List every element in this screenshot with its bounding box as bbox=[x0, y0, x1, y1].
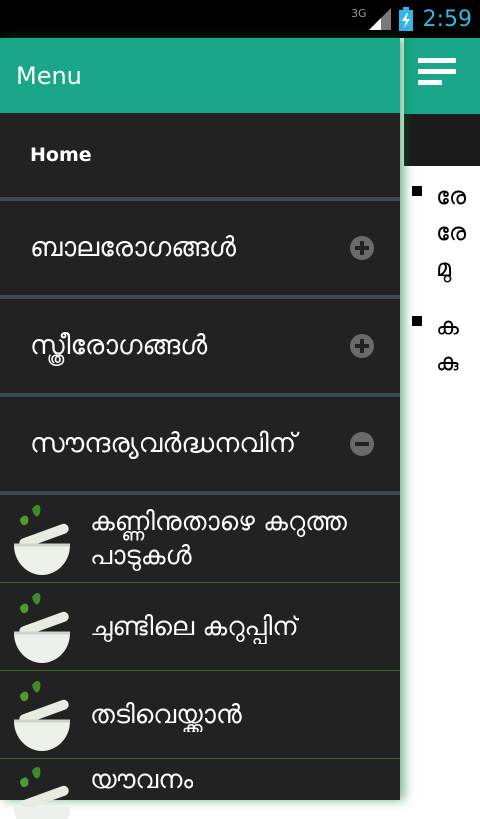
signal-icon bbox=[368, 8, 391, 30]
drawer-child-item[interactable]: കണ്ണിനുതാഴെ കറുത്ത പാടുകൾ bbox=[0, 495, 400, 583]
content-subheader bbox=[404, 114, 480, 166]
drawer-child-label: കണ്ണിനുതാഴെ കറുത്ത പാടുകൾ bbox=[90, 506, 347, 571]
drawer-child-item[interactable]: തടിവെയ്ക്കാൻ bbox=[0, 671, 400, 759]
drawer-item-home[interactable]: Home bbox=[0, 113, 400, 201]
bullet-icon bbox=[412, 316, 422, 326]
drawer-title: Menu bbox=[16, 61, 82, 90]
expand-plus-icon[interactable] bbox=[350, 236, 374, 260]
drawer-child-label: തടിവെയ്ക്കാൻ bbox=[90, 699, 242, 730]
expand-plus-icon[interactable] bbox=[350, 334, 374, 358]
collapse-minus-icon[interactable] bbox=[350, 432, 374, 456]
status-bar: 3G 2:59 bbox=[0, 0, 480, 38]
drawer-header: Menu bbox=[0, 38, 400, 113]
drawer-child-item[interactable]: ചുണ്ടിലെ കറുപ്പിന് bbox=[0, 583, 400, 671]
drawer-group-label: സ്ത്രീരോഗങ്ങൾ bbox=[30, 330, 208, 361]
drawer-group-label: സൗന്ദര്യവർദ്ധനവിന് bbox=[30, 428, 297, 459]
content-list-item: ക കു bbox=[412, 308, 480, 380]
clock: 2:59 bbox=[422, 6, 472, 32]
hamburger-menu-icon[interactable] bbox=[418, 58, 456, 94]
mortar-pestle-herb-icon bbox=[14, 592, 70, 663]
content-list: രേ രേ മു ക കു bbox=[412, 178, 480, 402]
network-type: 3G bbox=[351, 6, 367, 20]
drawer-child-label: യൗവനം bbox=[90, 765, 194, 795]
mortar-pestle-herb-icon bbox=[14, 766, 70, 819]
drawer-group-balarogangal[interactable]: ബാലരോഗങ്ങൾ bbox=[0, 201, 400, 299]
drawer-child-item[interactable]: യൗവനം bbox=[0, 759, 400, 819]
content-area: രേ രേ മു ക കു bbox=[404, 38, 480, 800]
bullet-icon bbox=[412, 186, 422, 196]
drawer-item-label: Home bbox=[30, 144, 92, 166]
mortar-pestle-herb-icon bbox=[14, 504, 70, 575]
drawer-child-label: ചുണ്ടിലെ കറുപ്പിന് bbox=[90, 611, 299, 642]
battery-charging-icon bbox=[398, 7, 413, 31]
drawer-group-label: ബാലരോഗങ്ങൾ bbox=[30, 232, 237, 263]
drawer-group-soundaryavardhanavinu[interactable]: സൗന്ദര്യവർദ്ധനവിന് bbox=[0, 397, 400, 495]
mortar-pestle-herb-icon bbox=[14, 680, 70, 751]
content-toolbar bbox=[404, 38, 480, 114]
content-list-item: രേ രേ മു bbox=[412, 178, 480, 286]
drawer-group-sthreerogangal[interactable]: സ്ത്രീരോഗങ്ങൾ bbox=[0, 299, 400, 397]
navigation-drawer: Menu Home ബാലരോഗങ്ങൾ സ്ത്രീരോഗങ്ങൾ സൗന്ദ… bbox=[0, 38, 400, 819]
